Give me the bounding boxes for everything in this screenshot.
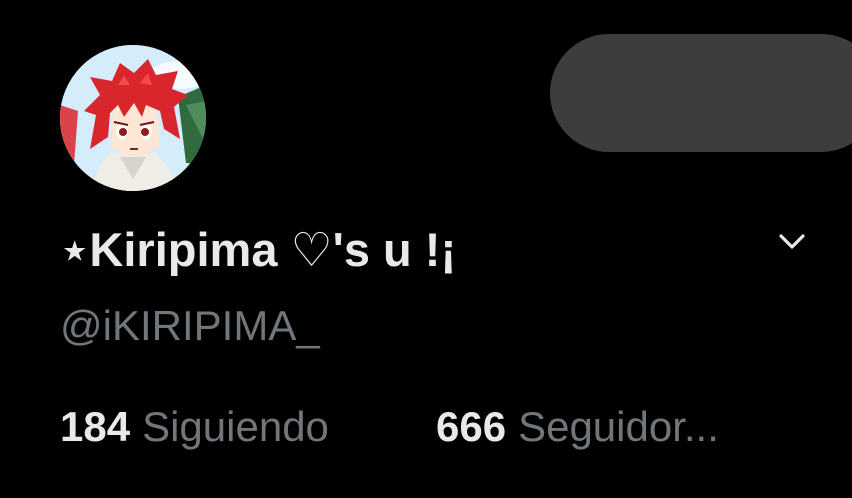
following-label: Siguiendo [142,403,329,450]
following-count: 184 [60,403,131,450]
user-handle: @iKIRIPIMA_ [60,302,320,349]
avatar[interactable] [60,45,206,191]
avatar-image [60,45,206,191]
following-link[interactable]: 184 Siguiendo [60,398,329,456]
chevron-down-icon[interactable] [776,228,808,256]
display-name: ⋆Kiripima ♡'s u !¡ [60,223,457,276]
followers-link[interactable]: 666 Seguidor... [436,398,719,456]
followers-count: 666 [436,403,507,450]
follow-button[interactable] [550,34,852,152]
followers-label: Seguidor... [518,403,719,450]
